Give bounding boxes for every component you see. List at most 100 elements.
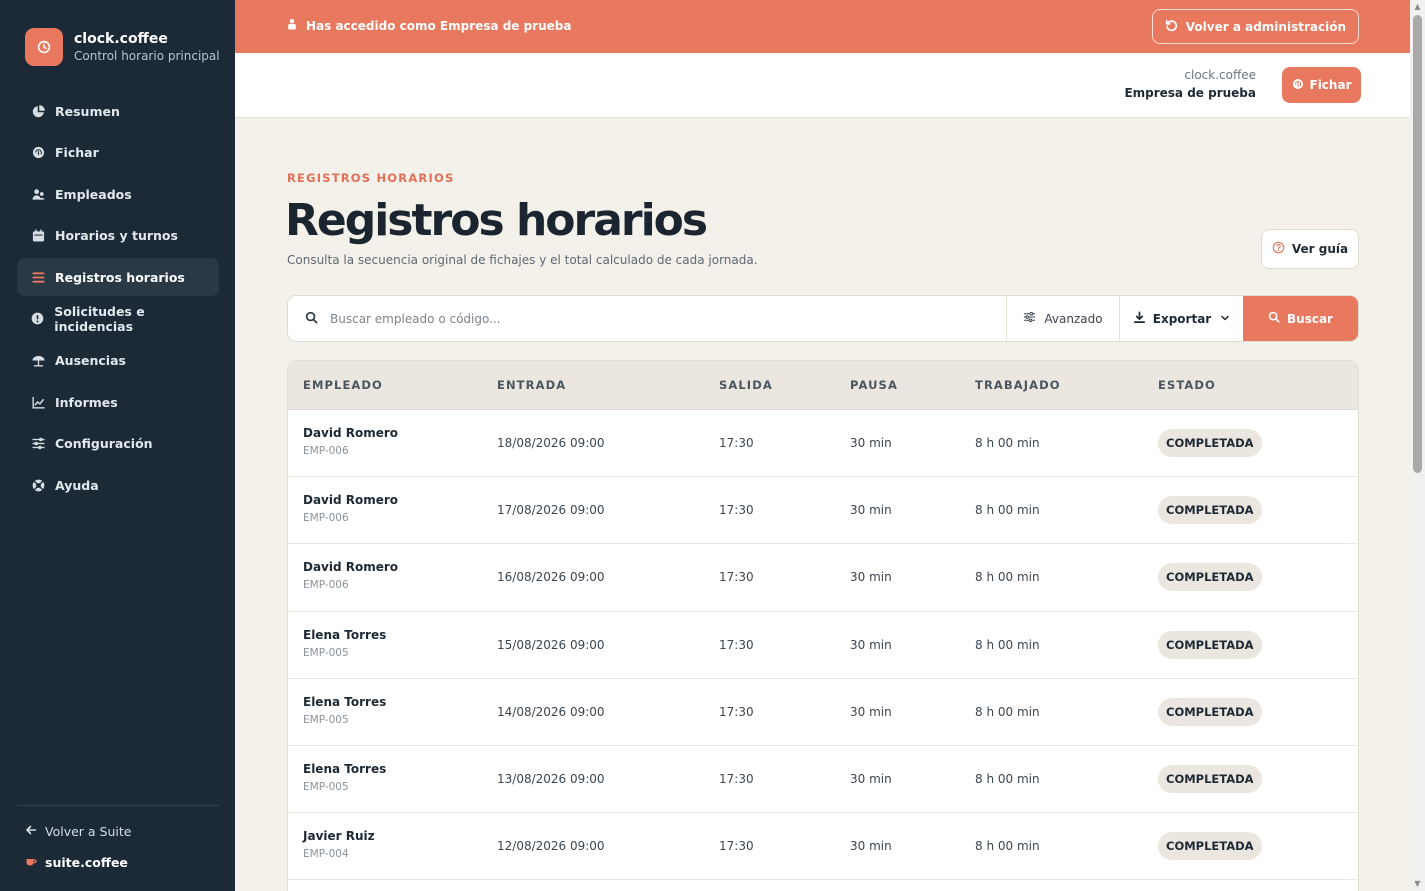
brand-name: clock.coffee xyxy=(74,31,168,47)
status-badge: COMPLETADA xyxy=(1158,429,1262,457)
company-app-name: clock.coffee xyxy=(1184,68,1256,82)
arrow-left-icon xyxy=(25,824,37,839)
exit-cell: 17:30 xyxy=(719,637,754,652)
scroll-up-arrow-icon[interactable]: ▲ xyxy=(1413,2,1422,12)
chevron-down-icon xyxy=(1220,312,1230,326)
employee-name: Elena Torres xyxy=(303,694,387,709)
download-icon xyxy=(1133,311,1146,327)
table-row[interactable]: David Romero EMP-006 18/08/2026 09:00 17:30… xyxy=(288,410,1358,478)
pause-cell: 30 min xyxy=(850,637,892,652)
exit-cell: 17:30 xyxy=(719,570,754,585)
worked-cell: 8 h 00 min xyxy=(975,704,1040,719)
worked-cell: 8 h 00 min xyxy=(975,637,1040,652)
calendar-icon xyxy=(31,229,45,243)
table-row[interactable]: Javier Ruiz EMP-004 12/08/2026 09:00 17:30 3… xyxy=(288,813,1358,881)
undo-icon xyxy=(1165,19,1178,35)
status-badge: COMPLETADA xyxy=(1158,496,1262,525)
sidebar-item-configuracion[interactable]: Configuración xyxy=(17,425,219,463)
fingerprint-icon xyxy=(1292,78,1304,93)
worked-cell: 8 h 00 min xyxy=(975,503,1040,518)
back-to-admin-button[interactable]: Volver a administración xyxy=(1151,9,1359,44)
view-guide-label: Ver guía xyxy=(1291,242,1349,256)
column-header-status[interactable]: ESTADO xyxy=(1158,378,1216,392)
suite-brand[interactable]: suite.coffee xyxy=(25,855,128,870)
search-icon xyxy=(1268,311,1280,326)
column-header-employee[interactable]: EMPLEADO xyxy=(303,378,383,392)
column-header-pause[interactable]: PAUSA xyxy=(850,378,898,392)
help-circle-icon xyxy=(1272,241,1285,257)
entry-cell: 16/08/2026 09:00 xyxy=(497,570,605,585)
employee-code: EMP-005 xyxy=(303,646,349,659)
column-header-exit[interactable]: SALIDA xyxy=(719,378,773,392)
worked-cell: 8 h 00 min xyxy=(975,570,1040,585)
back-to-suite-link[interactable]: Volver a Suite xyxy=(25,824,131,839)
sidebar-item-informes[interactable]: Informes xyxy=(17,383,219,421)
back-to-admin-label: Volver a administración xyxy=(1185,19,1346,34)
sidebar-item-empleados[interactable]: Empleados xyxy=(17,175,219,213)
sidebar-item-label: Registros horarios xyxy=(55,269,185,285)
sidebar-item-ausencias[interactable]: Ausencias xyxy=(17,342,219,380)
employee-cell: David Romero EMP-006 xyxy=(303,560,398,591)
sidebar-item-fichar[interactable]: Fichar xyxy=(17,134,219,172)
scroll-down-arrow-icon[interactable]: ▼ xyxy=(1413,879,1422,889)
column-header-worked[interactable]: TRABAJADO xyxy=(975,378,1061,392)
export-label: Exportar xyxy=(1152,311,1212,326)
search-button-label: Buscar xyxy=(1287,311,1333,326)
export-dropdown[interactable]: Exportar xyxy=(1119,296,1243,341)
employee-code: EMP-005 xyxy=(303,713,349,726)
exit-cell: 17:30 xyxy=(719,839,754,854)
sidebar-item-registros-horarios[interactable]: Registros horarios xyxy=(17,258,219,297)
entry-cell: 15/08/2026 09:00 xyxy=(497,637,605,652)
sidebar-divider xyxy=(17,805,219,806)
fichar-label: Fichar xyxy=(1309,78,1352,92)
sidebar-item-label: Informes xyxy=(55,394,118,410)
status-badge: COMPLETADA xyxy=(1158,764,1262,793)
pause-cell: 30 min xyxy=(850,839,892,854)
employee-cell: David Romero EMP-006 xyxy=(303,493,398,524)
table-row[interactable]: David Romero EMP-006 16/08/2026 09:00 17:30… xyxy=(288,544,1358,612)
employee-name: David Romero xyxy=(303,560,399,575)
users-icon xyxy=(31,187,45,201)
chart-icon xyxy=(31,395,45,409)
column-header-entry[interactable]: ENTRADA xyxy=(497,378,566,392)
page-subtitle: Consulta la secuencia original de fichaj… xyxy=(287,253,758,267)
fichar-button[interactable]: Fichar xyxy=(1282,67,1361,103)
sidebar-item-resumen[interactable]: Resumen xyxy=(17,92,219,130)
brand[interactable]: clock.coffee Control horario principal xyxy=(25,28,220,66)
sidebar-item-label: Resumen xyxy=(55,103,120,119)
exit-cell: 17:30 xyxy=(719,503,754,518)
sidebar-item-label: Fichar xyxy=(55,145,99,161)
advanced-filter-button[interactable]: Avanzado xyxy=(1006,296,1119,341)
search-button[interactable]: Buscar xyxy=(1243,296,1358,341)
company-info: clock.coffee Empresa de prueba xyxy=(1124,68,1256,100)
sidebar-item-ayuda[interactable]: Ayuda xyxy=(17,466,219,504)
worked-cell: 8 h 00 min xyxy=(975,436,1040,450)
view-guide-button[interactable]: Ver guía xyxy=(1261,229,1359,269)
sidebar-item-solicitudes-e-incidencias[interactable]: Solicitudes e incidencias xyxy=(17,300,219,338)
sliders-icon xyxy=(1023,311,1036,326)
sidebar-item-label: Empleados xyxy=(55,186,132,202)
employee-code: EMP-006 xyxy=(303,579,349,592)
page-scrollbar[interactable]: ▲ ▼ xyxy=(1410,0,1425,891)
impersonation-text: Has accedido como Empresa de prueba xyxy=(306,18,572,33)
table-row[interactable]: Elena Torres EMP-005 14/08/2026 09:00 17:30… xyxy=(288,679,1358,746)
top-header: clock.coffee Empresa de prueba Fichar xyxy=(235,53,1410,118)
list-icon xyxy=(31,270,45,284)
employee-name: David Romero xyxy=(303,493,399,508)
table-row[interactable]: David Romero EMP-006 17/08/2026 09:00 17:30… xyxy=(288,477,1358,545)
pause-cell: 30 min xyxy=(850,771,892,786)
time-records-table: EMPLEADO ENTRADA SALIDA PAUSA TRABAJADO … xyxy=(287,360,1359,891)
coffee-cup-icon xyxy=(25,855,37,870)
sidebar-item-label: Solicitudes e incidencias xyxy=(54,303,145,334)
exit-cell: 17:30 xyxy=(719,436,754,450)
sidebar-item-label: Configuración xyxy=(55,436,153,452)
employee-name: Elena Torres xyxy=(303,761,387,776)
table-row[interactable]: Elena Torres EMP-005 13/08/2026 09:00 17:30… xyxy=(288,746,1358,814)
sidebar-item-horarios-y-turnos[interactable]: Horarios y turnos xyxy=(17,217,219,255)
pie-chart-icon xyxy=(31,104,45,118)
scrollbar-thumb[interactable] xyxy=(1413,15,1422,473)
search-input[interactable] xyxy=(330,311,930,326)
table-row[interactable]: Elena Torres EMP-005 15/08/2026 09:00 17:30… xyxy=(288,612,1358,679)
table-header: EMPLEADO ENTRADA SALIDA PAUSA TRABAJADO … xyxy=(288,361,1358,410)
employee-code: EMP-006 xyxy=(303,445,349,457)
